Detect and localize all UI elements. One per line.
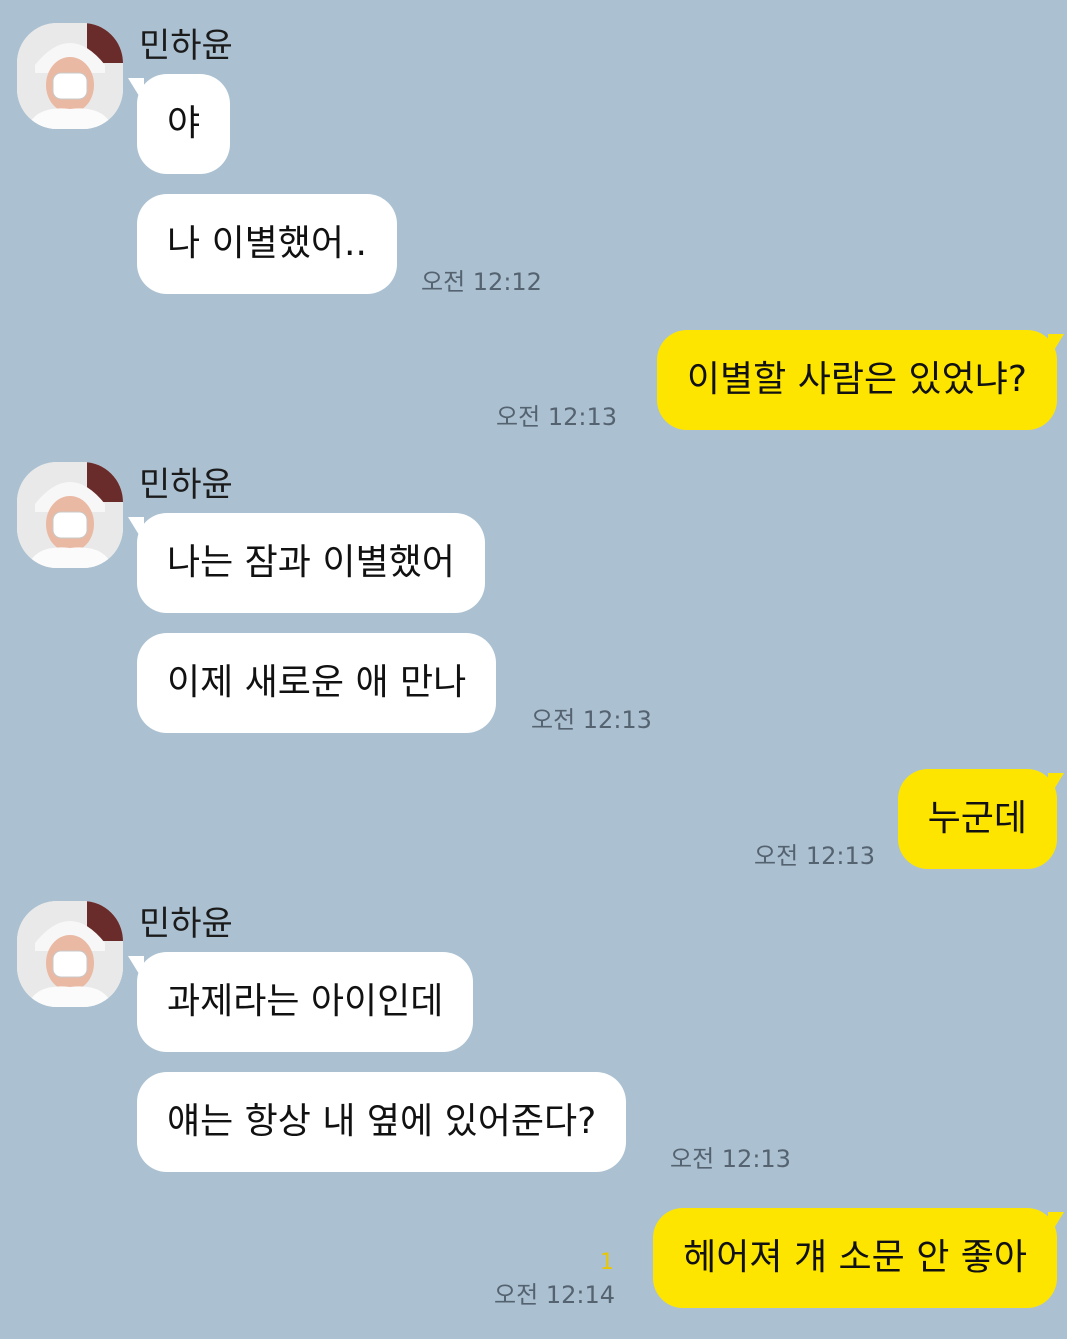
chat-room[interactable]: 민하윤 야 나 이별했어.. 오전 12:12 이별할 사람은 있었냐? 오전 … bbox=[0, 0, 1067, 1339]
message-bubble-incoming[interactable]: 과제라는 아이인데 bbox=[137, 952, 474, 1052]
profile-avatar[interactable] bbox=[17, 462, 123, 568]
sender-name: 민하윤 bbox=[139, 26, 233, 66]
message-bubble-incoming[interactable]: 나는 잠과 이별했어 bbox=[137, 513, 485, 613]
message-bubble-outgoing[interactable]: 이별할 사람은 있었냐? bbox=[656, 330, 1057, 430]
message-timestamp: 오전 12:14 bbox=[494, 1281, 615, 1309]
message-bubble-incoming[interactable]: 나 이별했어.. bbox=[137, 194, 397, 294]
profile-avatar[interactable] bbox=[17, 901, 123, 1007]
profile-avatar[interactable] bbox=[17, 23, 123, 129]
message-timestamp: 오전 12:12 bbox=[421, 268, 542, 296]
message-bubble-outgoing[interactable]: 누군데 bbox=[897, 769, 1057, 869]
message-timestamp: 오전 12:13 bbox=[496, 403, 617, 431]
message-bubble-incoming[interactable]: 얘는 항상 내 옆에 있어준다? bbox=[137, 1072, 627, 1172]
sender-name: 민하윤 bbox=[139, 904, 233, 944]
profile-photo-icon bbox=[17, 901, 123, 1007]
profile-photo-icon bbox=[17, 462, 123, 568]
sender-name: 민하윤 bbox=[139, 465, 233, 505]
message-bubble-incoming[interactable]: 야 bbox=[137, 74, 231, 174]
message-timestamp: 오전 12:13 bbox=[754, 842, 875, 870]
message-timestamp: 오전 12:13 bbox=[670, 1145, 791, 1173]
unread-count-badge: 1 bbox=[600, 1250, 614, 1275]
profile-photo-icon bbox=[17, 23, 123, 129]
message-bubble-incoming[interactable]: 이제 새로운 애 만나 bbox=[137, 633, 497, 733]
message-timestamp: 오전 12:13 bbox=[531, 706, 652, 734]
message-bubble-outgoing[interactable]: 헤어져 걔 소문 안 좋아 bbox=[653, 1208, 1057, 1308]
